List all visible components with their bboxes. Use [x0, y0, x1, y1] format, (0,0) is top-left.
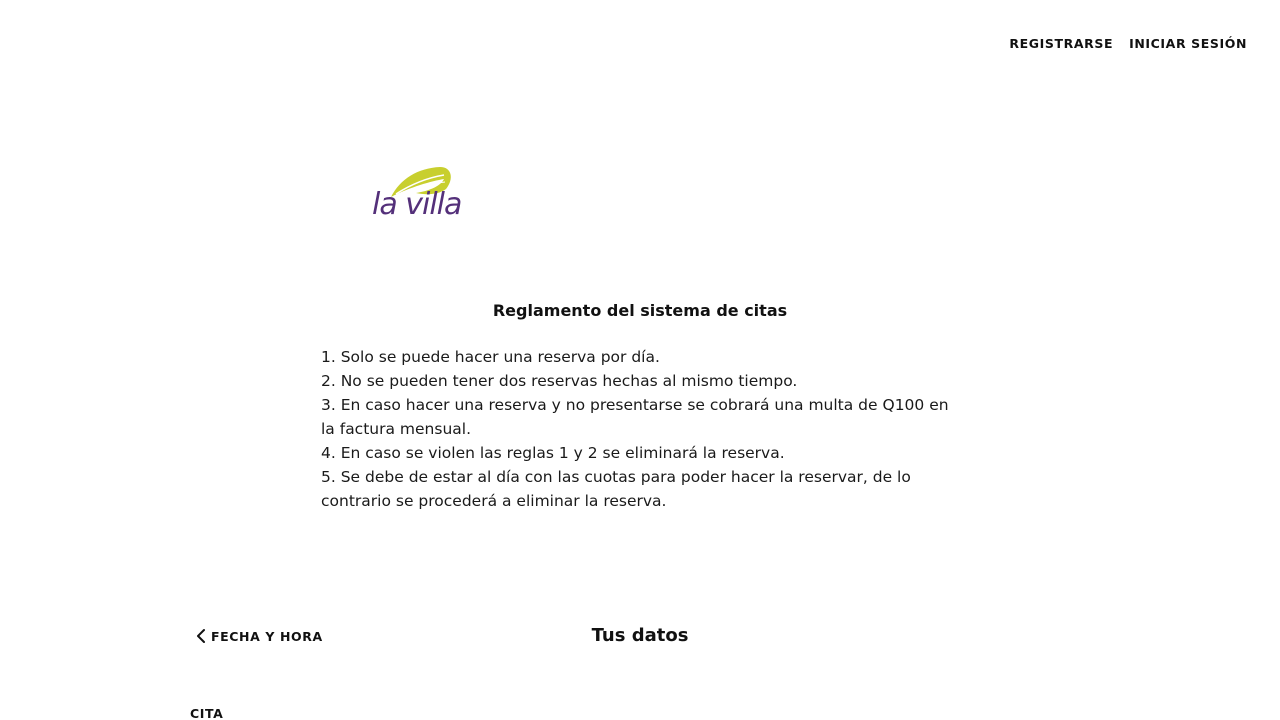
rule-item: 1. Solo se puede hacer una reserva por d… — [321, 348, 660, 366]
logo-text: la villa — [372, 187, 462, 222]
register-link[interactable]: REGISTRARSE — [1009, 36, 1113, 51]
page: REGISTRARSE INICIAR SESIÓN la villa Regl… — [0, 0, 1280, 720]
la-villa-logo: la villa — [370, 163, 474, 235]
login-link[interactable]: INICIAR SESIÓN — [1129, 36, 1247, 51]
rules-list: 1. Solo se puede hacer una reserva por d… — [321, 345, 961, 513]
appointment-label: CITA — [190, 706, 224, 720]
top-nav: REGISTRARSE INICIAR SESIÓN — [1009, 36, 1247, 51]
section-title: Tus datos — [591, 625, 689, 646]
rule-item: 4. En caso se violen las reglas 1 y 2 se… — [321, 444, 785, 462]
rules-title: Reglamento del sistema de citas — [492, 301, 788, 320]
rule-item: 5. Se debe de estar al día con las cuota… — [321, 468, 911, 510]
rule-item: 3. En caso hacer una reserva y no presen… — [321, 396, 949, 438]
rule-item: 2. No se pueden tener dos reservas hecha… — [321, 372, 798, 390]
